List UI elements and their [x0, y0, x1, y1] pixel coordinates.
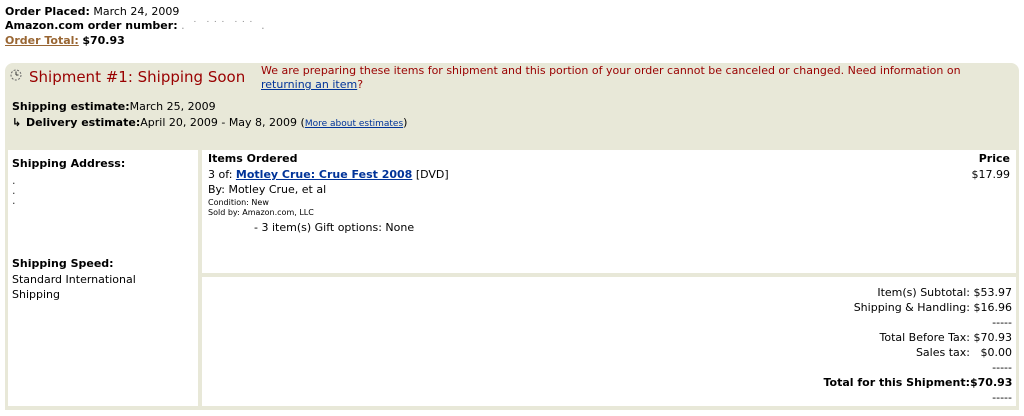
totals-panel: Item(s) Subtotal: $53.97 Shipping & Hand… [202, 277, 1016, 406]
shipping-speed-value: Standard International Shipping [12, 273, 136, 301]
tax-value: $0.00 [980, 346, 1013, 359]
order-number-line: Amazon.com order number: . ˙ ˙˙˙ ˙˙˙ . [5, 18, 267, 33]
item-seller: Sold by: Amazon.com, LLC [208, 208, 314, 217]
items-ordered-header: Items Ordered [208, 152, 298, 165]
order-total-line: Order Total: $70.93 [5, 33, 125, 48]
separator: ----- [823, 315, 1012, 330]
before-tax-value: $70.93 [973, 331, 1013, 344]
shipping-info-panel: Shipping Address: . . . Shipping Speed: … [8, 150, 198, 406]
order-total-link[interactable]: Order Total: [5, 34, 79, 47]
shipment-message: We are preparing these items for shipmen… [261, 64, 1011, 92]
shipping-value: $16.96 [973, 301, 1013, 314]
grand-total-value: $70.93 [970, 376, 1013, 389]
grand-total-label: Total for this Shipment: [823, 376, 970, 389]
tax-row: Sales tax: $0.00 [823, 345, 1012, 360]
shipping-estimate: Shipping estimate:March 25, 2009 [12, 99, 407, 115]
shipping-address: . . . [12, 175, 16, 207]
order-number-label: Amazon.com order number: [5, 19, 178, 32]
price-header: Price [978, 152, 1010, 165]
subtotal-label: Item(s) Subtotal: [877, 286, 970, 299]
returning-item-link[interactable]: returning an item [261, 78, 357, 91]
item-artist: By: Motley Crue, et al [208, 183, 327, 196]
address-line: . [12, 194, 16, 207]
separator: ----- [823, 390, 1012, 405]
order-placed-label: Order Placed: [5, 5, 90, 18]
item-condition: Condition: New [208, 198, 269, 207]
dashes: ----- [992, 391, 1012, 404]
shipment-message-end: ? [357, 78, 364, 91]
subtotal-value: $53.97 [973, 286, 1013, 299]
totals-summary: Item(s) Subtotal: $53.97 Shipping & Hand… [823, 285, 1012, 405]
item-title-line: 3 of: Motley Crue: Crue Fest 2008 [DVD] [208, 168, 449, 181]
item-format: [DVD] [415, 168, 449, 181]
delivery-estimate-label: Delivery estimate: [26, 116, 141, 129]
order-placed-value: March 24, 2009 [93, 5, 180, 18]
shipment-message-text: We are preparing these items for shipmen… [261, 64, 961, 77]
subtotal-row: Item(s) Subtotal: $53.97 [823, 285, 1012, 300]
item-quantity: 3 of: [208, 168, 233, 181]
grand-total-row: Total for this Shipment: $70.93 [823, 375, 1012, 390]
separator: ----- [823, 360, 1012, 375]
shipment-header: Shipment #1: Shipping Soon We are prepar… [5, 63, 1019, 93]
shipment-title: Shipment #1: Shipping Soon [29, 68, 246, 86]
dashes: ----- [992, 361, 1012, 374]
return-arrow-icon: ↳ [12, 116, 22, 129]
more-estimates-close: ) [403, 116, 408, 129]
shipping-row: Shipping & Handling: $16.96 [823, 300, 1012, 315]
order-number-value: . ˙ ˙˙˙ ˙˙˙ . [181, 19, 267, 32]
items-ordered-panel: Items Ordered Price 3 of: Motley Crue: C… [202, 150, 1016, 273]
delivery-estimate-value: April 20, 2009 - May 8, 2009 [140, 116, 298, 129]
before-tax-row: Total Before Tax: $70.93 [823, 330, 1012, 345]
order-placed-line: Order Placed: March 24, 2009 [5, 4, 179, 19]
shipping-address-label: Shipping Address: [12, 157, 126, 170]
item-gift-options: - 3 item(s) Gift options: None [254, 221, 415, 234]
dashes: ----- [992, 316, 1012, 329]
more-about-estimates-link[interactable]: More about estimates [305, 119, 403, 129]
shipping-estimate-label: Shipping estimate: [12, 100, 130, 113]
item-title-link[interactable]: Motley Crue: Crue Fest 2008 [236, 168, 412, 181]
item-price: $17.99 [971, 168, 1011, 181]
estimates: Shipping estimate:March 25, 2009 ↳ Delive… [12, 99, 407, 132]
shipment-box: Shipment #1: Shipping Soon We are prepar… [5, 63, 1019, 410]
order-total-value: $70.93 [82, 34, 125, 47]
tax-label: Sales tax: [915, 346, 970, 359]
shipping-speed-label: Shipping Speed: [12, 257, 114, 270]
shipping-estimate-value: March 25, 2009 [129, 100, 216, 113]
before-tax-label: Total Before Tax: [879, 331, 970, 344]
clock-icon [9, 68, 23, 82]
delivery-estimate: ↳ Delivery estimate:April 20, 2009 - May … [12, 115, 407, 132]
shipping-label: Shipping & Handling: [853, 301, 970, 314]
